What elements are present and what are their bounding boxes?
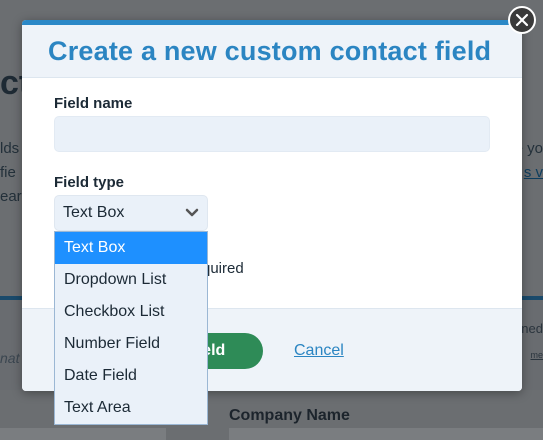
field-type-selected-value: Text Box [63, 204, 125, 221]
dropdown-option-date-field[interactable]: Date Field [55, 360, 207, 392]
field-name-label: Field name [54, 95, 133, 112]
field-type-dropdown-list: Text Box Dropdown List Checkbox List Num… [54, 231, 208, 425]
background-text-line: fie [0, 164, 16, 181]
background-table-cell [229, 428, 543, 440]
dropdown-option-checkbox-list[interactable]: Checkbox List [55, 296, 207, 328]
required-checkbox-label: quired [202, 260, 244, 277]
field-type-label: Field type [54, 174, 125, 191]
background-text-small: ned [521, 321, 543, 336]
dropdown-option-text-box[interactable]: Text Box [55, 232, 207, 264]
chevron-down-icon [185, 208, 199, 217]
close-modal-button[interactable] [508, 6, 536, 34]
dropdown-option-number-field[interactable]: Number Field [55, 328, 207, 360]
modal-header: Create a new custom contact field [22, 25, 522, 78]
background-text-line: lds [0, 140, 20, 157]
close-icon [515, 13, 529, 27]
background-italic-text: nat [0, 350, 20, 366]
background-column-header: Company Name [229, 407, 350, 424]
background-tiny-link: me [530, 350, 543, 360]
field-name-input[interactable] [54, 116, 490, 152]
background-text-line: ear [0, 188, 22, 205]
field-type-select[interactable]: Text Box [54, 195, 208, 231]
background-link: s v [523, 164, 543, 181]
dropdown-option-text-area[interactable]: Text Area [55, 392, 207, 424]
cancel-link[interactable]: Cancel [294, 342, 344, 360]
modal-title: Create a new custom contact field [48, 35, 492, 66]
background-table-cell [0, 428, 166, 440]
dropdown-option-dropdown-list[interactable]: Dropdown List [55, 264, 207, 296]
